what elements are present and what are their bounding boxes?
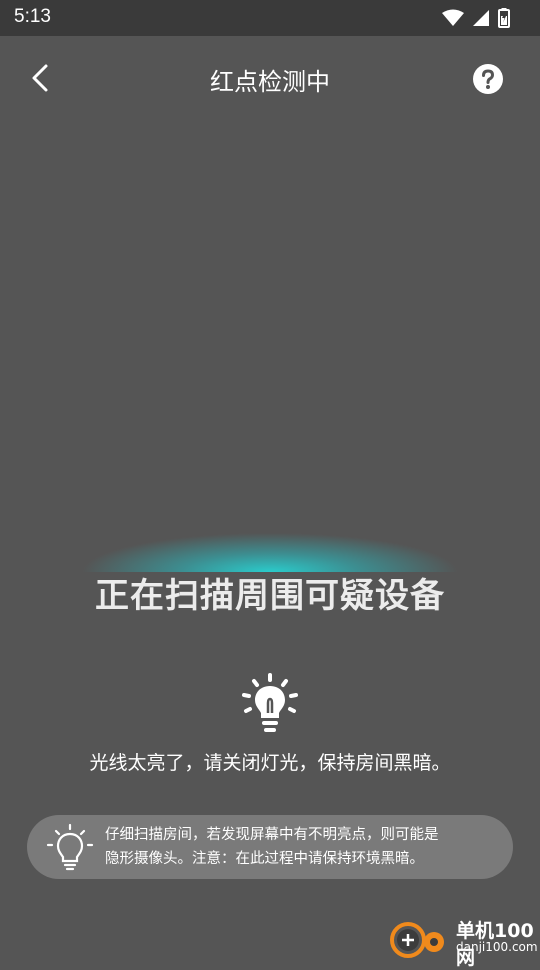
- status-icons: [442, 8, 510, 28]
- wifi-icon: [442, 9, 464, 26]
- scan-status-text: 正在扫描周围可疑设备: [95, 576, 445, 616]
- light-warning-text: 光线太亮了，请关闭灯光，保持房间黑暗。: [89, 752, 451, 774]
- help-icon: [473, 64, 503, 94]
- lightbulb-icon: [240, 673, 300, 735]
- status-bar: 5:13: [0, 0, 540, 36]
- tip-banner: 仔细扫描房间，若发现屏幕中有不明亮点，则可能是 隐形摄像头。注意：在此过程中请保…: [27, 815, 513, 879]
- tip-text: 仔细扫描房间，若发现屏幕中有不明亮点，则可能是 隐形摄像头。注意：在此过程中请保…: [105, 823, 505, 871]
- battery-icon: [498, 8, 510, 28]
- help-button[interactable]: [472, 63, 504, 95]
- watermark-logo-icon: [390, 922, 444, 958]
- app-header: 红点检测中: [0, 36, 540, 122]
- lightbulb-outline-icon: [46, 823, 94, 871]
- scan-glow: [20, 520, 520, 572]
- watermark: 单机100网 danji100.com: [386, 914, 540, 969]
- page-title: 红点检测中: [210, 68, 330, 96]
- tip-line-2: 隐形摄像头。注意：在此过程中请保持环境黑暗。: [105, 851, 424, 867]
- signal-icon: [473, 10, 489, 26]
- status-time: 5:13: [14, 6, 51, 27]
- tip-line-1: 仔细扫描房间，若发现屏幕中有不明亮点，则可能是: [105, 827, 439, 843]
- watermark-domain: danji100.com: [456, 940, 538, 954]
